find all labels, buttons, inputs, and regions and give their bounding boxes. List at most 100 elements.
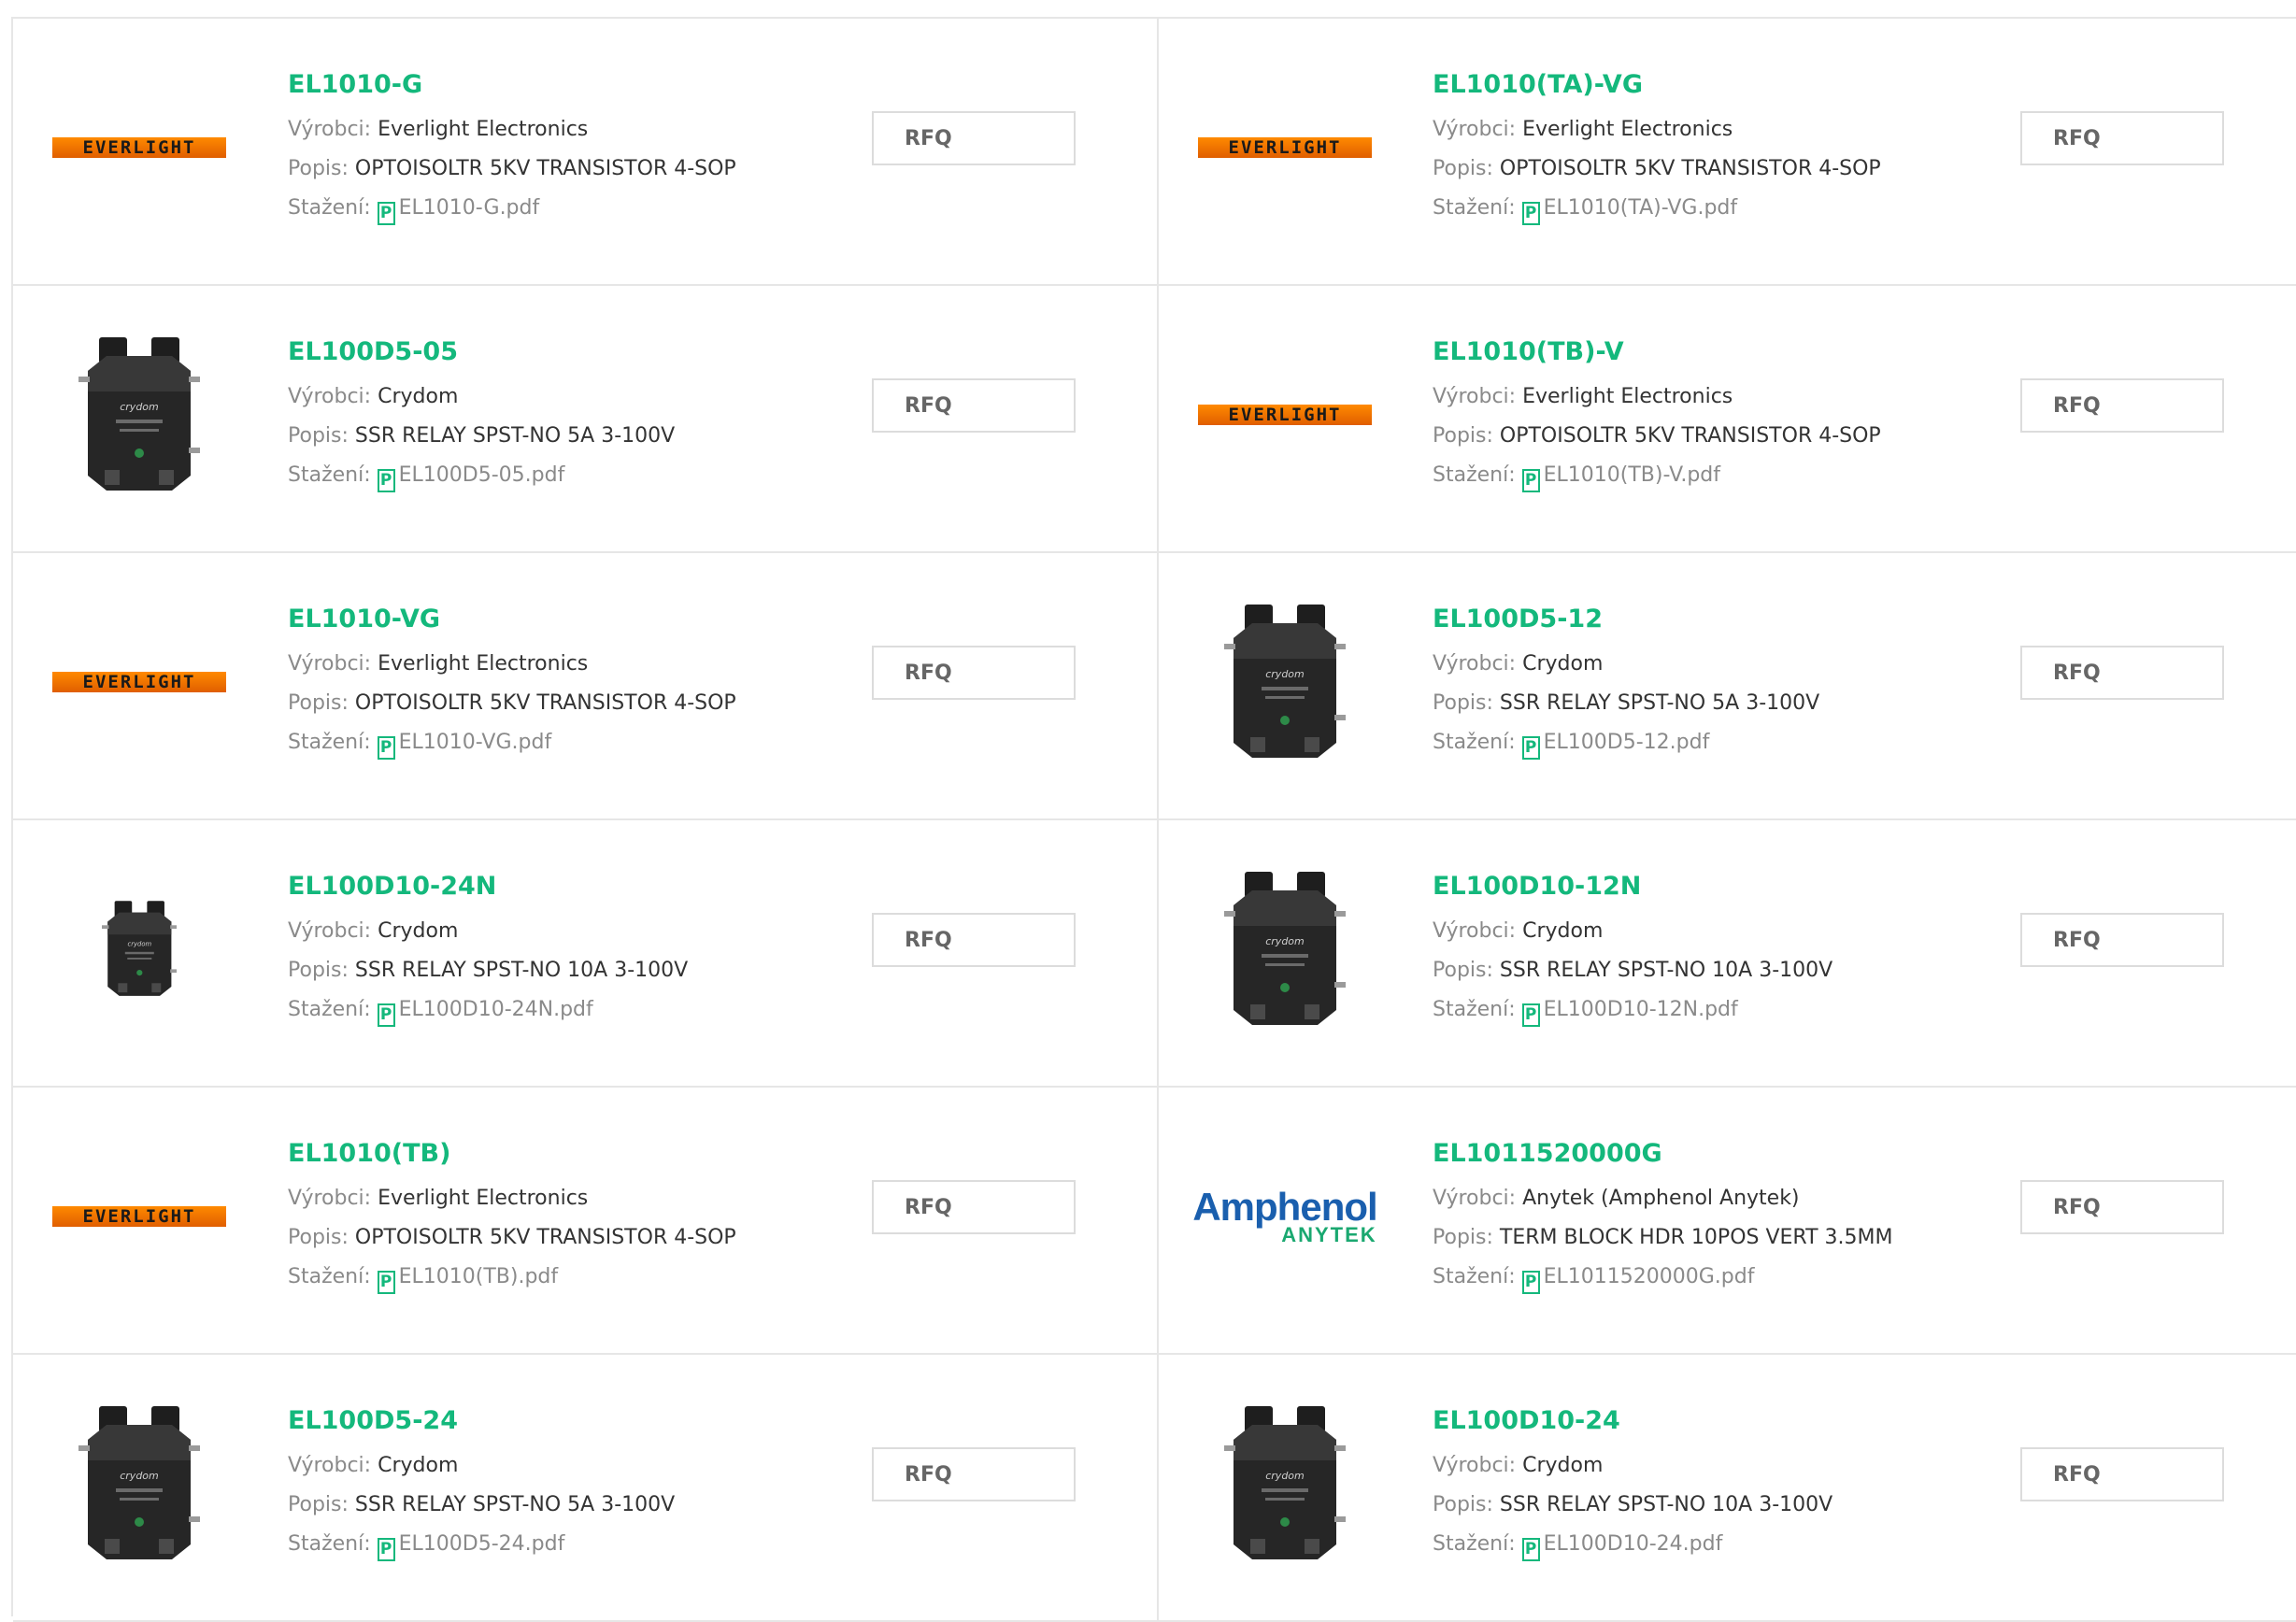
product-thumbnail[interactable]: EVERLIGHT: [1196, 65, 1374, 230]
manufacturer-row: Výrobci: Crydom: [288, 1454, 867, 1478]
product-thumbnail[interactable]: EVERLIGHT: [50, 65, 228, 230]
datasheet-link[interactable]: P EL100D5-05.pdf: [377, 463, 564, 492]
product-thumbnail[interactable]: crydom: [50, 867, 228, 1032]
datasheet-link[interactable]: P EL100D10-24.pdf: [1521, 1532, 1723, 1561]
part-number-link[interactable]: EL100D10-24N: [288, 871, 867, 903]
rfq-button[interactable]: RFQ: [872, 111, 1076, 165]
description-label: Popis:: [1433, 157, 1493, 180]
download-row: Stažení: P EL1010-G.pdf: [288, 196, 867, 225]
svg-text:crydom: crydom: [120, 1470, 159, 1482]
description-label: Popis:: [288, 959, 349, 982]
description-value: SSR RELAY SPST-NO 10A 3-100V: [1499, 1493, 1833, 1516]
part-number-link[interactable]: EL1010-VG: [288, 604, 867, 635]
description-row: Popis: OPTOISOLTR 5KV TRANSISTOR 4-SOP: [1433, 157, 2012, 181]
download-row: Stažení: P EL100D10-24N.pdf: [288, 998, 867, 1027]
download-row: Stažení: P EL100D5-05.pdf: [288, 463, 867, 492]
manufacturer-value: Crydom: [1522, 919, 1604, 943]
datasheet-link[interactable]: P EL1010-VG.pdf: [377, 731, 551, 760]
description-row: Popis: SSR RELAY SPST-NO 5A 3-100V: [288, 424, 867, 448]
product-info: EL1011520000G Výrobci: Anytek (Amphenol …: [1433, 1138, 2012, 1294]
datasheet-link[interactable]: P EL1010(TB).pdf: [377, 1265, 559, 1294]
datasheet-link[interactable]: P EL1011520000G.pdf: [1521, 1265, 1755, 1294]
part-number-link[interactable]: EL1011520000G: [1433, 1138, 2012, 1170]
description-label: Popis:: [1433, 1226, 1493, 1249]
product-card: crydom EL100D5-12 Výrobci: Crydom Popis:…: [1159, 553, 2296, 820]
part-number-link[interactable]: EL100D5-24: [288, 1405, 867, 1437]
description-value: OPTOISOLTR 5KV TRANSISTOR 4-SOP: [354, 691, 736, 715]
part-number-link[interactable]: EL100D10-12N: [1433, 871, 2012, 903]
description-value: TERM BLOCK HDR 10POS VERT 3.5MM: [1499, 1226, 1893, 1249]
rfq-button[interactable]: RFQ: [2020, 1180, 2224, 1234]
product-thumbnail[interactable]: EVERLIGHT: [50, 1134, 228, 1299]
product-thumbnail[interactable]: EVERLIGHT: [50, 600, 228, 764]
manufacturer-value: Crydom: [378, 385, 459, 408]
datasheet-link[interactable]: P EL1010(TA)-VG.pdf: [1521, 196, 1737, 225]
part-number-link[interactable]: EL1010(TA)-VG: [1433, 69, 2012, 101]
product-info: EL100D10-12N Výrobci: Crydom Popis: SSR …: [1433, 871, 2012, 1027]
part-number-link[interactable]: EL100D10-24: [1433, 1405, 2012, 1437]
datasheet-filename: EL100D10-24.pdf: [1543, 1532, 1723, 1556]
pdf-icon: P: [377, 202, 395, 225]
datasheet-link[interactable]: P EL100D5-12.pdf: [1521, 731, 1709, 760]
part-number-link[interactable]: EL1010-G: [288, 69, 867, 101]
download-label: Stažení:: [288, 196, 371, 220]
datasheet-filename: EL1010(TB).pdf: [398, 1265, 559, 1288]
product-thumbnail[interactable]: crydom: [1196, 1401, 1374, 1566]
svg-text:crydom: crydom: [120, 401, 159, 413]
amphenol-logo: Amphenol ANYTEK: [1192, 1188, 1377, 1245]
datasheet-link[interactable]: P EL1010(TB)-V.pdf: [1521, 463, 1720, 492]
product-card: EVERLIGHT EL1010(TA)-VG Výrobci: Everlig…: [1159, 19, 2296, 286]
product-info: EL100D5-24 Výrobci: Crydom Popis: SSR RE…: [288, 1405, 867, 1561]
pdf-icon: P: [377, 469, 395, 492]
product-thumbnail[interactable]: crydom: [1196, 867, 1374, 1032]
product-info: EL100D5-05 Výrobci: Crydom Popis: SSR RE…: [288, 336, 867, 492]
datasheet-link[interactable]: P EL1010-G.pdf: [377, 196, 539, 225]
rfq-button[interactable]: RFQ: [2020, 1447, 2224, 1501]
rfq-button[interactable]: RFQ: [872, 1447, 1076, 1501]
rfq-button[interactable]: RFQ: [2020, 378, 2224, 433]
manufacturer-row: Výrobci: Everlight Electronics: [288, 118, 867, 142]
rfq-button[interactable]: RFQ: [872, 646, 1076, 700]
download-row: Stažení: P EL100D5-12.pdf: [1433, 731, 2012, 760]
manufacturer-value: Crydom: [378, 1454, 459, 1477]
rfq-button[interactable]: RFQ: [872, 378, 1076, 433]
manufacturer-row: Výrobci: Crydom: [1433, 919, 2012, 944]
part-number-link[interactable]: EL100D5-05: [288, 336, 867, 368]
description-label: Popis:: [288, 424, 349, 448]
part-number-link[interactable]: EL1010(TB): [288, 1138, 867, 1170]
rfq-button[interactable]: RFQ: [2020, 913, 2224, 967]
everlight-logo: EVERLIGHT: [52, 137, 226, 158]
svg-text:crydom: crydom: [1265, 935, 1305, 947]
download-label: Stažení:: [1433, 731, 1516, 754]
product-thumbnail[interactable]: EVERLIGHT: [1196, 333, 1374, 497]
datasheet-filename: EL1011520000G.pdf: [1543, 1265, 1755, 1288]
download-label: Stažení:: [288, 731, 371, 754]
svg-text:crydom: crydom: [1265, 1470, 1305, 1482]
rfq-button[interactable]: RFQ: [2020, 646, 2224, 700]
description-row: Popis: OPTOISOLTR 5KV TRANSISTOR 4-SOP: [288, 1226, 867, 1250]
everlight-logo: EVERLIGHT: [1198, 405, 1372, 425]
datasheet-link[interactable]: P EL100D10-12N.pdf: [1521, 998, 1738, 1027]
manufacturer-row: Výrobci: Crydom: [288, 919, 867, 944]
datasheet-link[interactable]: P EL100D5-24.pdf: [377, 1532, 564, 1561]
description-value: OPTOISOLTR 5KV TRANSISTOR 4-SOP: [354, 157, 736, 180]
download-row: Stažení: P EL100D5-24.pdf: [288, 1532, 867, 1561]
description-value: OPTOISOLTR 5KV TRANSISTOR 4-SOP: [1499, 424, 1881, 448]
datasheet-link[interactable]: P EL100D10-24N.pdf: [377, 998, 593, 1027]
product-thumbnail[interactable]: crydom: [50, 333, 228, 497]
manufacturer-value: Anytek (Amphenol Anytek): [1522, 1187, 1800, 1210]
manufacturer-row: Výrobci: Crydom: [288, 385, 867, 409]
rfq-button[interactable]: RFQ: [872, 913, 1076, 967]
description-label: Popis:: [288, 157, 349, 180]
rfq-button[interactable]: RFQ: [872, 1180, 1076, 1234]
product-thumbnail[interactable]: crydom: [1196, 600, 1374, 764]
part-number-link[interactable]: EL1010(TB)-V: [1433, 336, 2012, 368]
manufacturer-label: Výrobci:: [288, 118, 372, 141]
download-label: Stažení:: [1433, 463, 1516, 487]
product-thumbnail[interactable]: Amphenol ANYTEK: [1192, 1134, 1377, 1299]
rfq-button[interactable]: RFQ: [2020, 111, 2224, 165]
product-thumbnail[interactable]: crydom: [50, 1401, 228, 1566]
part-number-link[interactable]: EL100D5-12: [1433, 604, 2012, 635]
description-row: Popis: OPTOISOLTR 5KV TRANSISTOR 4-SOP: [1433, 424, 2012, 448]
pdf-icon: P: [1521, 1003, 1540, 1027]
